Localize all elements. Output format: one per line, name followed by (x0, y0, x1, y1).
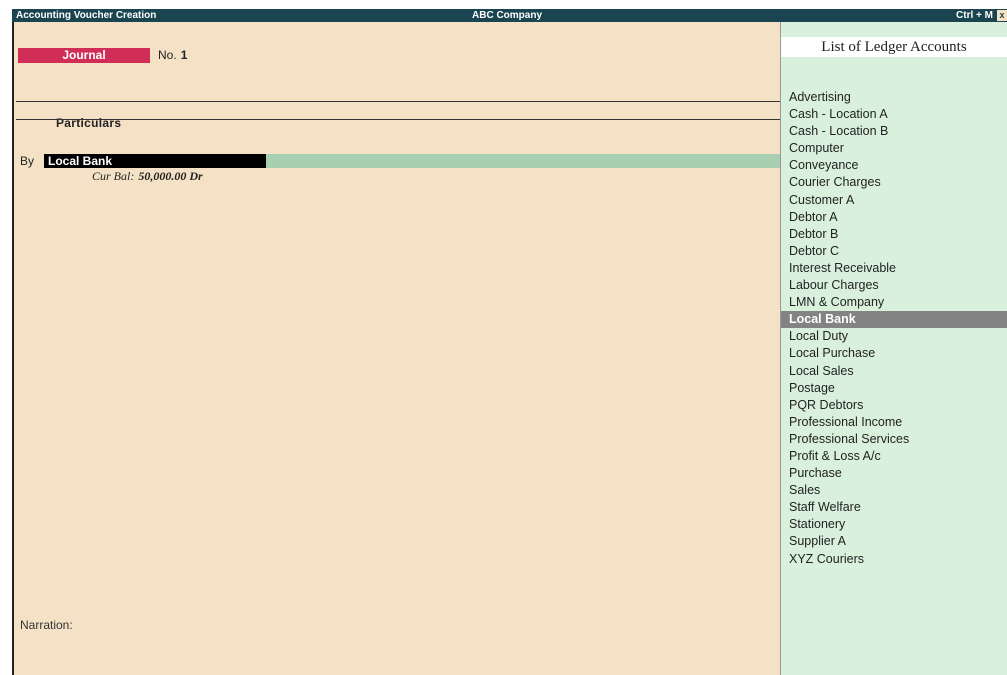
ledger-list-title: List of Ledger Accounts (781, 37, 1007, 57)
ledger-list-item[interactable]: Purchase (781, 465, 1007, 482)
ledger-list-item[interactable]: PQR Debtors (781, 397, 1007, 414)
ledger-list-item[interactable]: Professional Income (781, 414, 1007, 431)
ledger-list-item[interactable]: Advertising (781, 89, 1007, 106)
title-bar: Accounting Voucher Creation ABC Company … (12, 9, 1007, 22)
voucher-window: Accounting Voucher Creation ABC Company … (12, 9, 1007, 675)
divider (16, 101, 782, 102)
amount-input[interactable] (266, 154, 782, 168)
ledger-list-item[interactable]: Debtor A (781, 209, 1007, 226)
ledger-list-item[interactable]: Sales (781, 482, 1007, 499)
by-label: By (20, 154, 35, 168)
entry-row: By Local Bank (16, 154, 782, 168)
voucher-number-label: No. (158, 48, 177, 62)
close-icon[interactable]: x (997, 10, 1007, 21)
shortcut-hint: Ctrl + M (956, 10, 993, 21)
ledger-list-item[interactable]: Local Sales (781, 363, 1007, 380)
ledger-list-item[interactable]: XYZ Couriers (781, 551, 1007, 568)
ledger-list-item[interactable]: Supplier A (781, 533, 1007, 550)
ledger-list-item[interactable]: Customer A (781, 192, 1007, 209)
ledger-list-item[interactable]: Local Duty (781, 328, 1007, 345)
ledger-list-item[interactable]: Debtor B (781, 226, 1007, 243)
current-balance: Cur Bal: 50,000.00 Dr (92, 169, 203, 184)
ledger-list-item[interactable]: Local Purchase (781, 345, 1007, 362)
ledger-list-item[interactable]: Local Bank (781, 311, 1007, 329)
ledger-list-panel: List of Ledger Accounts Advertising Cash … (780, 22, 1007, 675)
ledger-list-item[interactable]: Postage (781, 380, 1007, 397)
screen-title: Accounting Voucher Creation (16, 10, 157, 21)
ledger-list-item[interactable]: Labour Charges (781, 277, 1007, 294)
divider (16, 119, 782, 120)
ledger-list-item[interactable]: LMN & Company (781, 294, 1007, 311)
ledger-list: Advertising Cash - Location A Cash - Locat… (781, 89, 1007, 568)
ledger-list-item[interactable]: Staff Welfare (781, 499, 1007, 516)
ledger-list-item[interactable]: Computer (781, 140, 1007, 157)
ledger-list-item[interactable]: Courier Charges (781, 174, 1007, 191)
ledger-list-item[interactable]: Professional Services (781, 431, 1007, 448)
ledger-list-item[interactable]: Cash - Location A (781, 106, 1007, 123)
current-balance-label: Cur Bal: (92, 169, 135, 183)
ledger-input[interactable]: Local Bank (44, 154, 266, 168)
ledger-list-item[interactable]: Profit & Loss A/c (781, 448, 1007, 465)
voucher-type-button[interactable]: Journal (18, 48, 150, 63)
voucher-number-value: 1 (180, 48, 188, 62)
ledger-list-item[interactable]: Conveyance (781, 157, 1007, 174)
narration-label: Narration: (20, 618, 73, 632)
company-name: ABC Company (472, 10, 543, 21)
ledger-list-item[interactable]: Debtor C (781, 243, 1007, 260)
current-balance-value: 50,000.00 Dr (138, 169, 203, 183)
ledger-list-item[interactable]: Cash - Location B (781, 123, 1007, 140)
voucher-number: No. 1 (158, 48, 187, 63)
ledger-list-item[interactable]: Interest Receivable (781, 260, 1007, 277)
ledger-list-item[interactable]: Stationery (781, 516, 1007, 533)
voucher-form: Journal No. 1 Particulars By Local Bank C… (12, 22, 782, 675)
